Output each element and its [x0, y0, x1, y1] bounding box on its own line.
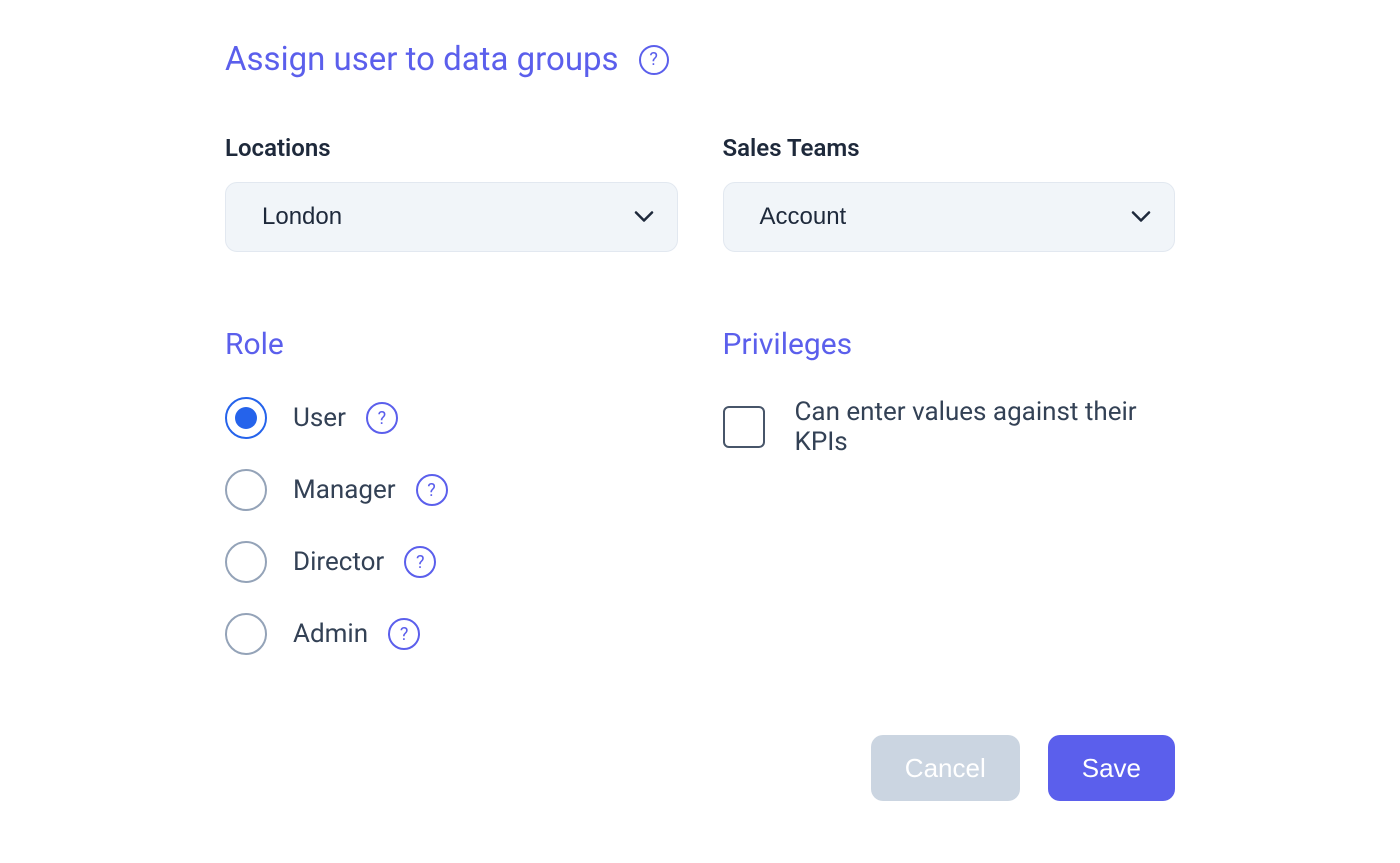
locations-label: Locations — [225, 134, 678, 162]
locations-field: Locations London — [225, 134, 678, 252]
radio-input[interactable] — [225, 397, 267, 439]
privilege-item: Can enter values against their KPIs — [723, 397, 1176, 457]
sales-teams-select[interactable]: Account — [723, 182, 1176, 252]
help-icon[interactable]: ? — [639, 45, 669, 75]
help-icon[interactable]: ? — [366, 402, 398, 434]
radio-input[interactable] — [225, 469, 267, 511]
help-icon[interactable]: ? — [404, 546, 436, 578]
privileges-section: Privileges Can enter values against thei… — [723, 327, 1176, 655]
role-option-manager: Manager ? — [225, 469, 678, 511]
help-icon[interactable]: ? — [388, 618, 420, 650]
radio-input[interactable] — [225, 613, 267, 655]
sales-teams-label: Sales Teams — [723, 134, 1176, 162]
save-button[interactable]: Save — [1048, 735, 1175, 801]
role-option-director: Director ? — [225, 541, 678, 583]
radio-label-wrap: Manager ? — [293, 474, 448, 506]
role-title: Role — [225, 327, 678, 362]
checkbox-input[interactable] — [723, 406, 765, 448]
radio-label: User — [293, 403, 346, 433]
privilege-label: Can enter values against their KPIs — [795, 397, 1176, 457]
page-title-text: Assign user to data groups — [225, 40, 619, 79]
radio-label-wrap: Admin ? — [293, 618, 420, 650]
role-privileges-row: Role User ? Manager ? Director — [225, 327, 1175, 655]
radio-input[interactable] — [225, 541, 267, 583]
radio-label: Manager — [293, 475, 396, 505]
page-title: Assign user to data groups ? — [225, 40, 1175, 79]
radio-label-wrap: User ? — [293, 402, 398, 434]
role-option-user: User ? — [225, 397, 678, 439]
radio-label-wrap: Director ? — [293, 546, 436, 578]
privileges-title: Privileges — [723, 327, 1176, 362]
role-radio-list: User ? Manager ? Director ? — [225, 397, 678, 655]
button-row: Cancel Save — [225, 735, 1175, 801]
radio-label: Director — [293, 547, 384, 577]
role-section: Role User ? Manager ? Director — [225, 327, 678, 655]
help-icon[interactable]: ? — [416, 474, 448, 506]
radio-label: Admin — [293, 619, 368, 649]
sales-teams-field: Sales Teams Account — [723, 134, 1176, 252]
sales-teams-select-wrapper: Account — [723, 182, 1176, 252]
locations-select-wrapper: London — [225, 182, 678, 252]
cancel-button[interactable]: Cancel — [871, 735, 1020, 801]
data-groups-row: Locations London Sales Teams Account — [225, 134, 1175, 252]
locations-select[interactable]: London — [225, 182, 678, 252]
role-option-admin: Admin ? — [225, 613, 678, 655]
